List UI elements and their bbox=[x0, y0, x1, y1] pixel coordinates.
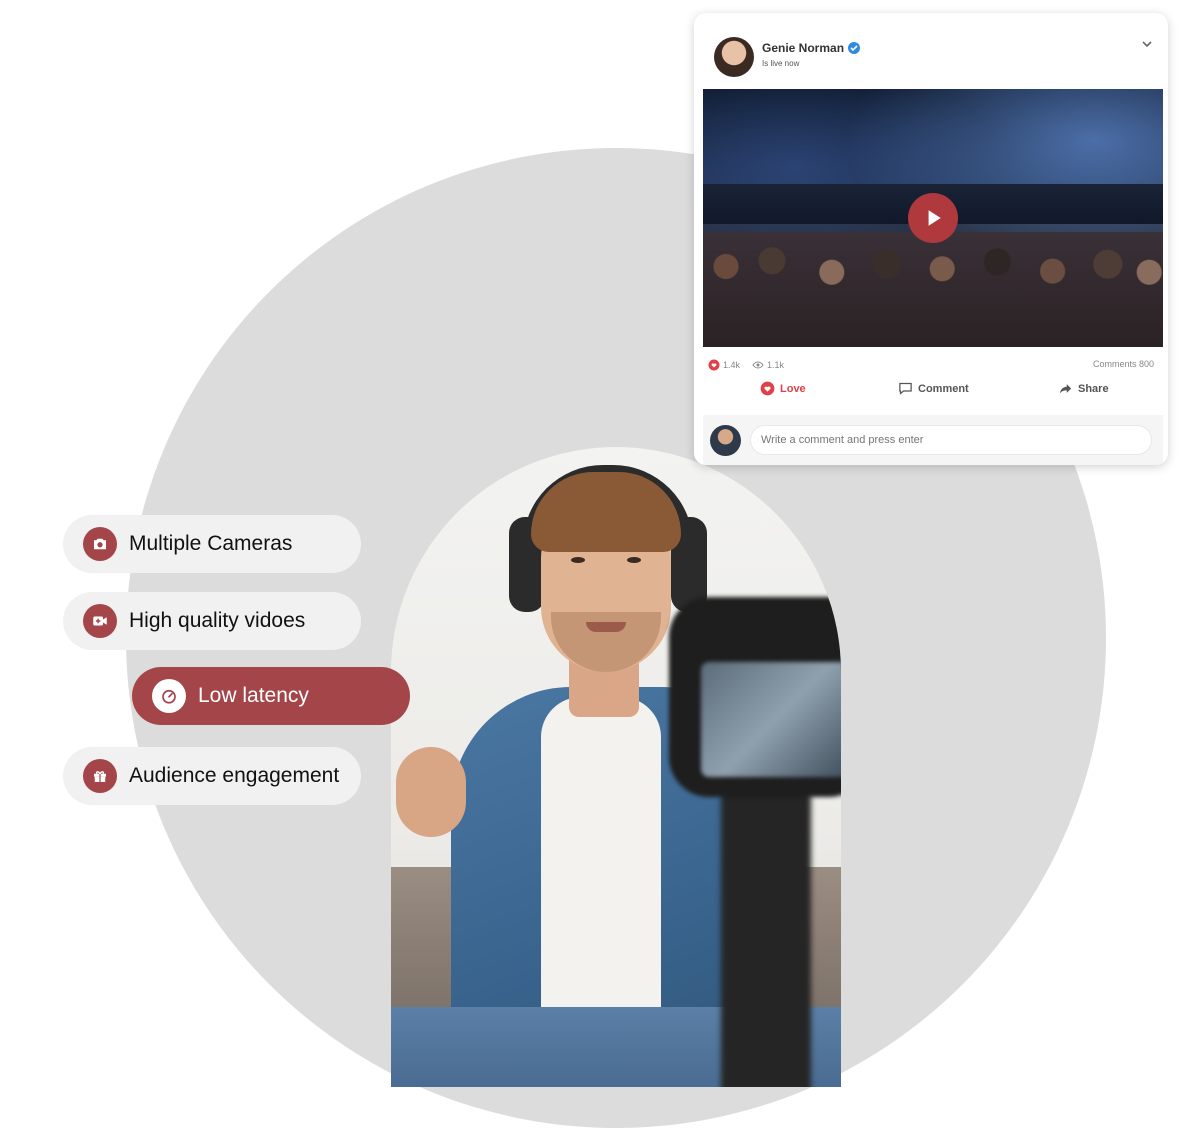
camera-icon bbox=[83, 527, 117, 561]
speedometer-icon bbox=[152, 679, 186, 713]
feature-label: Audience engagement bbox=[129, 764, 340, 787]
feature-high-quality-videos[interactable]: High quality vidoes bbox=[63, 592, 361, 650]
feature-audience-engagement[interactable]: Audience engagement bbox=[63, 747, 361, 805]
post-stats: 1.4k 1.1k Comments 800 bbox=[708, 359, 1154, 373]
comment-icon bbox=[899, 382, 912, 395]
feature-multiple-cameras[interactable]: Multiple Cameras bbox=[63, 515, 361, 573]
live-status: Is live now bbox=[762, 59, 800, 68]
chevron-down-icon[interactable] bbox=[1140, 37, 1154, 51]
user-name[interactable]: Genie Norman bbox=[762, 41, 861, 55]
love-button[interactable]: Love bbox=[760, 381, 806, 396]
post-header: Genie Norman Is live now bbox=[714, 37, 1154, 81]
share-icon bbox=[1059, 384, 1072, 394]
comment-input[interactable] bbox=[750, 425, 1152, 455]
share-button[interactable]: Share bbox=[1058, 381, 1109, 396]
comment-button[interactable]: Comment bbox=[898, 381, 969, 396]
play-icon bbox=[928, 210, 941, 226]
video-camera-icon bbox=[83, 604, 117, 638]
likes-count: 1.4k bbox=[708, 359, 740, 371]
eye-icon bbox=[752, 361, 764, 369]
gift-icon bbox=[83, 759, 117, 793]
presenter-photo bbox=[391, 447, 841, 1087]
views-count: 1.1k bbox=[752, 359, 784, 371]
video-player[interactable] bbox=[703, 89, 1163, 347]
avatar bbox=[710, 425, 741, 456]
comments-count: Comments 800 bbox=[1092, 359, 1154, 369]
comment-bar bbox=[703, 415, 1163, 465]
feature-label: Low latency bbox=[198, 684, 309, 707]
avatar[interactable] bbox=[714, 37, 754, 77]
heart-icon bbox=[760, 381, 775, 396]
feature-low-latency[interactable]: Low latency bbox=[132, 667, 410, 725]
heart-icon bbox=[708, 359, 720, 371]
live-post-card: Genie Norman Is live now 1.4k 1.1k Comme… bbox=[694, 13, 1168, 465]
play-button[interactable] bbox=[908, 193, 958, 243]
feature-label: Multiple Cameras bbox=[129, 532, 293, 555]
verified-icon bbox=[848, 42, 861, 54]
feature-label: High quality vidoes bbox=[129, 609, 306, 632]
post-actions: Love Comment Share bbox=[694, 381, 1168, 405]
